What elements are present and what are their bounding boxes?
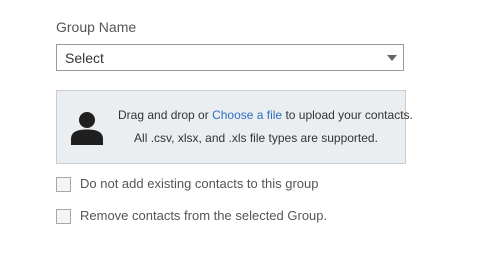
drop-text-suffix: to upload your contacts.	[282, 108, 413, 122]
skip-existing-checkbox[interactable]	[56, 176, 71, 192]
select-value: Select	[65, 50, 104, 66]
skip-existing-label[interactable]: Do not add existing contacts to this gro…	[80, 176, 318, 192]
person-icon	[71, 112, 103, 145]
option-skip-existing[interactable]: Do not add existing contacts to this gro…	[56, 175, 318, 193]
option-remove-from-group[interactable]: Remove contacts from the selected Group.	[56, 207, 327, 225]
chevron-down-icon	[387, 55, 397, 61]
remove-contacts-checkbox[interactable]	[56, 208, 71, 224]
import-contacts-form: Group Name Select Drag and drop or Choos…	[0, 0, 485, 273]
choose-file-link[interactable]: Choose a file	[212, 108, 282, 122]
remove-contacts-label[interactable]: Remove contacts from the selected Group.	[80, 208, 327, 224]
file-drop-zone[interactable]: Drag and drop or Choose a file to upload…	[56, 90, 413, 164]
drop-text-prefix: Drag and drop or	[118, 108, 213, 122]
group-name-label: Group Name	[56, 19, 137, 35]
drop-instructions: Drag and drop or Choose a file to upload…	[118, 108, 413, 123]
supported-file-types: All .csv, xlsx, and .xls file types are …	[134, 131, 378, 145]
group-name-select[interactable]: Select	[56, 44, 404, 71]
